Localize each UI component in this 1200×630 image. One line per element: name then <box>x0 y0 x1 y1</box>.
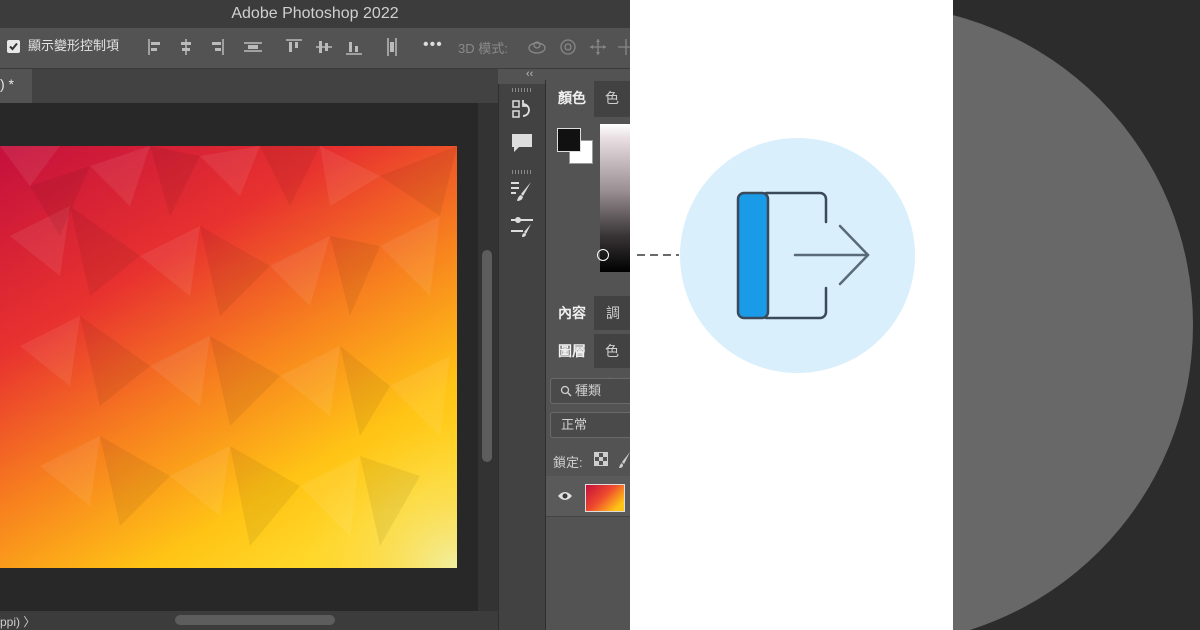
align-hcenter-icon[interactable] <box>176 37 196 57</box>
align-bottom-icon[interactable] <box>344 37 364 57</box>
low-poly-gradient-image <box>0 146 457 568</box>
3d-mode-label: 3D 模式: <box>458 41 508 56</box>
comment-icon[interactable] <box>510 132 534 154</box>
3d-roll-icon[interactable] <box>558 37 578 57</box>
document-tab-label: ) * <box>0 76 14 92</box>
lock-label: 鎖定: <box>553 455 583 470</box>
3d-slide-icon[interactable] <box>616 37 630 57</box>
search-icon <box>560 379 572 411</box>
grey-circle-shape <box>953 5 1193 630</box>
distribute-vertical-icon[interactable] <box>382 37 402 57</box>
panel-icon-strip <box>498 84 546 630</box>
foreground-color-swatch[interactable] <box>557 128 581 152</box>
3d-orbit-icon[interactable] <box>526 37 548 57</box>
collapse-panels-icon[interactable]: ‹‹ <box>526 68 533 80</box>
document-tab-bar <box>0 69 498 103</box>
distribute-icon[interactable] <box>243 37 263 57</box>
dashed-connector <box>637 254 679 256</box>
window-title: Adobe Photoshop 2022 <box>231 5 399 22</box>
grip-handle[interactable] <box>512 88 532 92</box>
brush-settings-icon[interactable] <box>509 180 535 202</box>
layer-filter-search[interactable]: 種類 <box>550 378 630 404</box>
horizontal-scroll-thumb[interactable] <box>175 615 335 625</box>
search-placeholder: 種類 <box>575 383 602 398</box>
vertical-scroll-thumb[interactable] <box>482 250 492 462</box>
blend-mode-value: 正常 <box>561 417 588 432</box>
tab-properties[interactable]: 內容 <box>546 296 594 330</box>
align-right-icon[interactable] <box>206 37 226 57</box>
eye-visibility-icon[interactable] <box>557 490 573 502</box>
grip-handle[interactable] <box>512 170 532 174</box>
exit-door-arrow-icon[interactable] <box>720 180 880 330</box>
layer-thumbnail[interactable] <box>585 484 625 512</box>
tab-color[interactable]: 顏色 <box>546 81 594 117</box>
lock-image-pixels-icon[interactable] <box>619 452 630 468</box>
tab-layers[interactable]: 圖層 <box>546 334 594 368</box>
more-options-icon[interactable]: ••• <box>423 36 443 54</box>
blend-mode-select[interactable]: 正常 <box>550 412 630 438</box>
show-transform-label[interactable]: 顯示變形控制項 <box>28 37 119 55</box>
status-text[interactable]: ppi) 〉 <box>0 613 35 630</box>
photoshop-window: Adobe Photoshop 2022 顯示變形控制項 ••• 3D 模式: … <box>0 0 630 630</box>
color-picker-cursor[interactable] <box>597 249 609 261</box>
align-vcenter-icon[interactable] <box>314 37 334 57</box>
show-transform-checkbox[interactable] <box>7 40 20 53</box>
3d-pan-icon[interactable] <box>588 37 608 57</box>
history-icon[interactable] <box>510 98 534 122</box>
lock-transparent-pixels-icon[interactable] <box>594 452 608 466</box>
align-left-icon[interactable] <box>146 37 166 57</box>
dark-panel <box>953 0 1200 630</box>
align-top-icon[interactable] <box>284 37 304 57</box>
adjustments-icon[interactable] <box>509 214 535 238</box>
